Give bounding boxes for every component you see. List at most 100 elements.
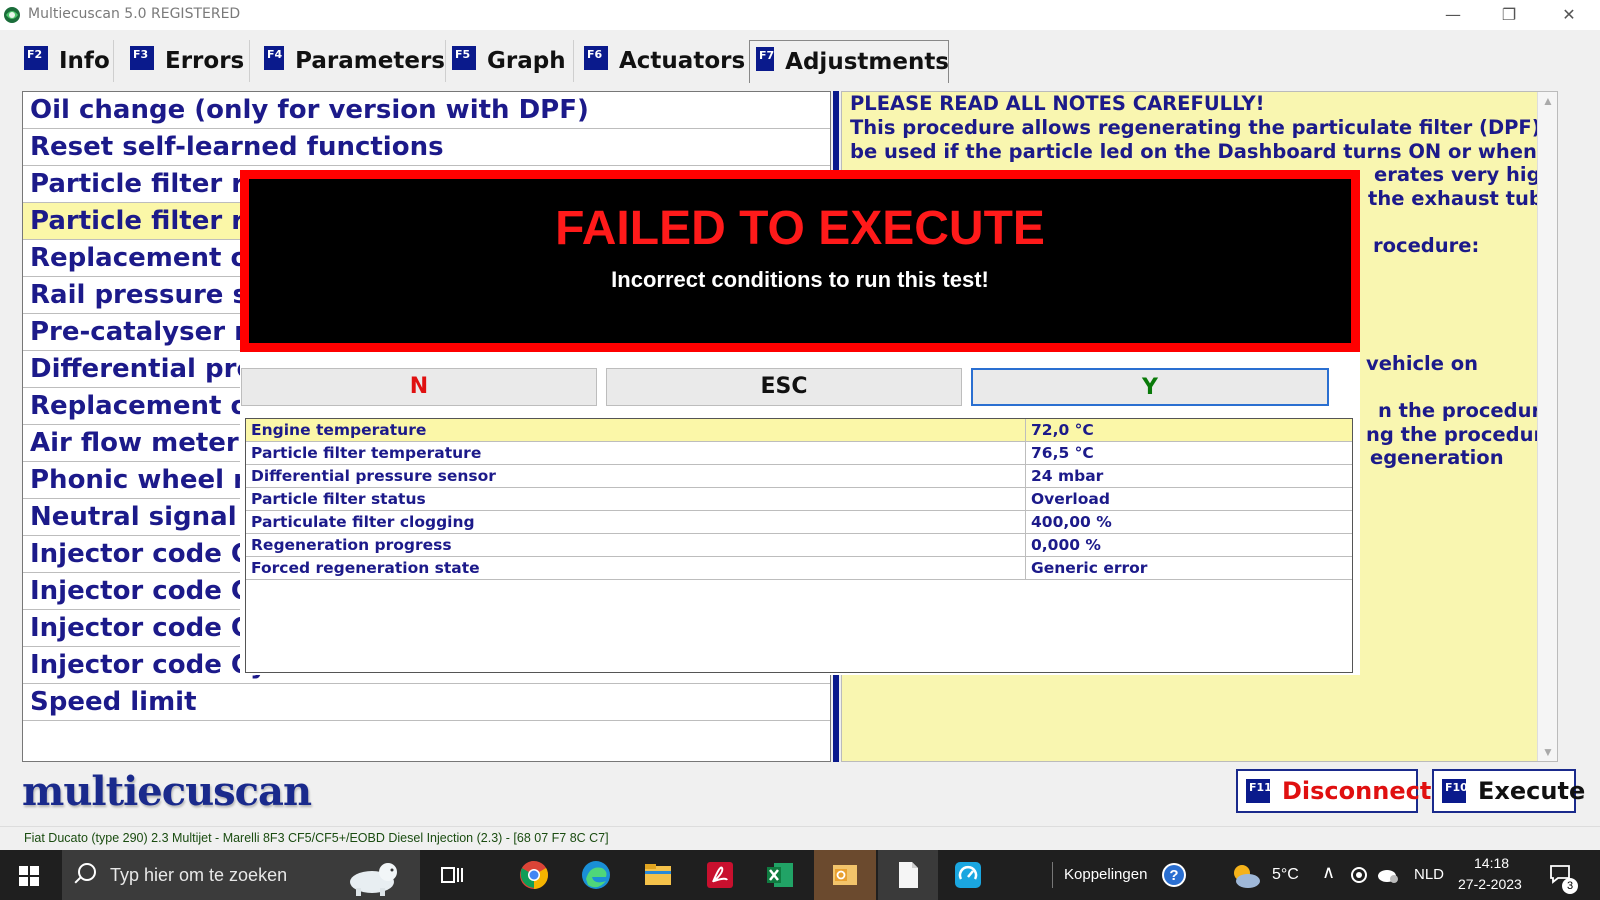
parameter-row: Regeneration progress 0,000 % [246,534,1352,557]
notes-line: ng the procedure. [1366,423,1558,446]
parameter-name: Regeneration progress [246,534,1026,556]
parameter-value: Overload [1031,490,1110,508]
notes-line: erates very high [1374,163,1555,186]
procedure-item[interactable]: Oil change (only for version with DPF) [23,92,830,129]
notification-count-badge: 3 [1562,878,1578,894]
parameter-row: Forced regeneration state Generic error [246,557,1352,580]
fkey-badge: F2 [24,46,48,70]
tab-errors[interactable]: F3 Errors [124,40,250,82]
title-bar: Multiecuscan 5.0 REGISTERED — ❐ ✕ [0,0,1600,30]
windows-taskbar: Typ hier om te zoeken Koppelingen ? 5°C … [0,850,1600,900]
status-bar: Fiat Ducato (type 290) 2.3 Multijet - Ma… [0,826,1600,850]
parameter-row: Particle filter temperature 76,5 °C [246,442,1352,465]
notes-line: PLEASE READ ALL NOTES CAREFULLY! [850,92,1265,115]
links-toolbar-label[interactable]: Koppelingen [1064,866,1147,883]
help-icon[interactable]: ? [1160,861,1188,889]
parameter-row: Particulate filter clogging 400,00 % [246,511,1352,534]
fkey-badge: F5 [452,46,476,70]
dialog-message: Incorrect conditions to run this test! [611,267,989,292]
tab-label: Errors [165,48,245,74]
document-icon[interactable] [892,859,924,891]
notes-line: n the procedure has [1378,399,1557,422]
svg-text:?: ? [1169,867,1178,884]
multiecuscan-logo: multiecuscan [22,768,312,815]
notes-line: be used if the particle led on the Dashb… [850,140,1558,163]
tab-info[interactable]: F2 Info [18,40,114,82]
outlook-icon[interactable] [829,859,861,891]
execute-label: Execute [1478,777,1586,805]
windows-start-icon[interactable] [19,866,39,886]
window-title: Multiecuscan 5.0 REGISTERED [28,6,241,22]
search-icon [78,863,96,881]
vehicle-status: Fiat Ducato (type 290) 2.3 Multijet - Ma… [24,831,609,845]
yes-button[interactable]: Y [971,368,1329,406]
execute-button[interactable]: F10 Execute [1432,769,1585,813]
tab-label: Graph [487,48,566,74]
parameter-row: Differential pressure sensor 24 mbar [246,465,1352,488]
chevron-up-icon[interactable]: ∧ [1322,862,1335,883]
disconnect-button[interactable]: F11 Disconnect [1236,769,1431,813]
no-button[interactable]: N [241,368,597,406]
notes-line: egeneration [1370,446,1504,469]
fkey-badge: F10 [1442,779,1468,803]
escape-button[interactable]: ESC [606,368,962,406]
input-language[interactable]: NLD [1414,866,1444,883]
parameter-row: Particle filter status Overload [246,488,1352,511]
fkey-badge: F6 [584,46,608,70]
fkey-badge: F3 [130,46,154,70]
speedtest-icon[interactable] [952,859,984,891]
weather-temperature[interactable]: 5°C [1272,866,1299,884]
failure-dialog: FAILED TO EXECUTE Incorrect conditions t… [240,170,1360,675]
tab-label: Info [59,48,110,74]
parameter-name: Engine temperature [246,419,1026,441]
parameter-value: 400,00 % [1031,513,1112,531]
clock-time[interactable]: 14:18 [1474,855,1509,871]
location-icon[interactable] [1350,866,1368,884]
chrome-icon[interactable] [518,859,550,891]
tab-adjustments[interactable]: F7 Adjustments [749,40,949,83]
parameter-name: Particle filter status [246,488,1026,510]
tab-actuators[interactable]: F6 Actuators [578,40,750,82]
network-icon[interactable] [1376,865,1400,885]
scroll-up-icon[interactable]: ▲ [1538,94,1557,108]
weather-icon[interactable] [1230,862,1262,890]
parameter-value: Generic error [1031,559,1148,577]
file-explorer-icon[interactable] [642,859,674,891]
edge-icon[interactable] [580,859,612,891]
parameter-name: Differential pressure sensor [246,465,1026,487]
notes-line: This procedure allows regenerating the p… [850,116,1557,139]
taskbar-separator [1052,862,1053,888]
clock-date[interactable]: 27-2-2023 [1458,876,1522,892]
app-window: Multiecuscan 5.0 REGISTERED — ❐ ✕ F2 Inf… [0,0,1600,900]
procedure-item[interactable]: Reset self-learned functions [23,129,830,166]
disconnect-label: Disconnect [1282,777,1432,805]
parameter-name: Particulate filter clogging [246,511,1026,533]
close-icon[interactable]: ✕ [1546,0,1592,30]
notes-line: the exhaust tube is [1368,187,1557,210]
fkey-badge: F7 [756,47,775,71]
parameter-row: Engine temperature 72,0 °C [246,419,1352,442]
search-placeholder: Typ hier om te zoeken [110,865,288,885]
notes-line: vehicle on [1366,352,1479,375]
scroll-down-icon[interactable]: ▼ [1538,745,1557,759]
failure-banner: FAILED TO EXECUTE Incorrect conditions t… [240,170,1360,352]
fkey-badge: F11 [1246,779,1272,803]
parameter-name: Particle filter temperature [246,442,1026,464]
task-view-icon[interactable] [436,859,468,891]
restore-icon[interactable]: ❐ [1486,0,1532,30]
excel-icon[interactable] [764,859,796,891]
notes-scrollbar[interactable]: ▲ ▼ [1537,92,1557,761]
parameter-value: 72,0 °C [1031,421,1094,439]
tab-graph[interactable]: F5 Graph [446,40,574,82]
tab-label: Actuators [619,48,746,74]
parameter-value: 0,000 % [1031,536,1101,554]
acrobat-icon[interactable] [704,859,736,891]
parameter-table: Engine temperature 72,0 °C Particle filter… [245,418,1353,673]
polar-bear-icon [350,863,397,896]
minimize-icon[interactable]: — [1430,0,1476,30]
tab-parameters[interactable]: F4 Parameters [258,40,446,82]
taskbar-search[interactable]: Typ hier om te zoeken [62,850,420,900]
fkey-badge: F4 [264,46,285,70]
procedure-item[interactable]: Speed limit [23,684,830,721]
tab-label: Parameters [295,48,445,74]
